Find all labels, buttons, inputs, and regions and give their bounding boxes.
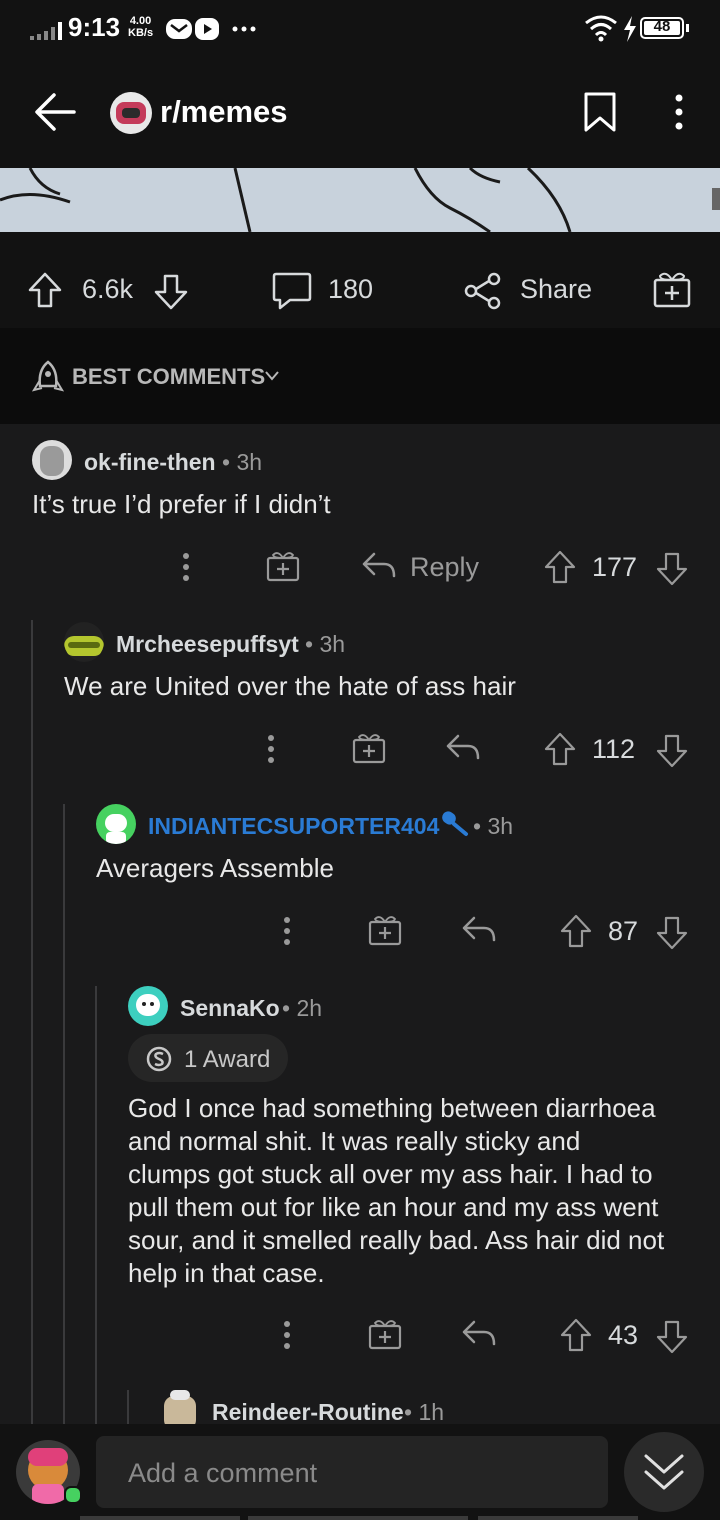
subreddit-avatar-icon[interactable] <box>110 92 152 134</box>
award-gift-icon[interactable] <box>368 914 402 946</box>
comment-score: 177 <box>592 552 638 582</box>
meme-image-fragment <box>0 168 720 232</box>
clock: 9:13 <box>68 12 121 42</box>
reply-icon[interactable] <box>462 916 496 944</box>
microphone-icon <box>442 811 468 836</box>
comment-score: 112 <box>592 734 636 764</box>
award-gift-icon[interactable] <box>368 1318 402 1350</box>
comment-age: • 3h <box>222 449 263 475</box>
award-gift-icon[interactable] <box>352 732 386 764</box>
charging-icon <box>624 16 636 42</box>
downvote-icon[interactable] <box>154 274 188 310</box>
comment-score: 87 <box>608 916 639 946</box>
comment-age: • 3h <box>305 631 346 657</box>
upvote-icon[interactable] <box>560 914 592 948</box>
next-comment-button[interactable] <box>624 1432 704 1512</box>
reply-icon[interactable] <box>462 1320 496 1348</box>
comment-username[interactable]: SennaKo <box>180 995 280 1022</box>
share-icon[interactable] <box>464 272 502 310</box>
thread-line[interactable] <box>31 620 33 1424</box>
downvote-icon[interactable] <box>656 916 688 950</box>
network-speed: 4.00 KB/s <box>128 15 154 39</box>
status-bar: 9:13 4.00 KB/s 48 <box>0 0 720 56</box>
reply-button[interactable]: Reply <box>410 552 479 583</box>
award-gift-icon[interactable] <box>652 270 692 308</box>
silver-award-icon <box>146 1046 172 1072</box>
award-gift-icon[interactable] <box>266 550 300 582</box>
online-status-dot <box>64 1486 82 1504</box>
subreddit-title[interactable]: r/memes <box>160 94 288 130</box>
comment-icon[interactable] <box>272 272 312 310</box>
downvote-icon[interactable] <box>656 552 688 586</box>
upvote-icon[interactable] <box>28 272 62 308</box>
comment-age: • 3h <box>473 813 514 839</box>
comment-body: Averagers Assemble <box>96 853 334 883</box>
comment-body: We are United over the hate of ass hair <box>64 671 516 701</box>
share-label[interactable]: Share <box>520 274 592 305</box>
sort-label[interactable]: BEST COMMENTS <box>72 364 265 390</box>
reply-icon[interactable] <box>362 552 396 580</box>
avatar[interactable] <box>64 622 104 662</box>
comment-username[interactable]: Reindeer-Routine <box>212 1399 404 1426</box>
wifi-icon <box>585 15 617 42</box>
mail-icon <box>166 19 192 39</box>
signal-icon <box>30 22 62 40</box>
upvote-icon[interactable] <box>560 1318 592 1352</box>
avatar[interactable] <box>96 804 136 844</box>
downvote-icon[interactable] <box>656 1320 688 1354</box>
kebab-menu-icon[interactable] <box>283 916 291 946</box>
bookmark-icon[interactable] <box>584 92 616 132</box>
comment-placeholder[interactable]: Add a comment <box>128 1458 317 1489</box>
avatar[interactable] <box>128 986 168 1026</box>
thread-line[interactable] <box>127 1390 129 1424</box>
chevron-down-icon <box>265 371 279 381</box>
kebab-menu-icon[interactable] <box>267 734 275 764</box>
gesture-bar <box>80 1516 638 1520</box>
play-icon <box>195 18 219 40</box>
upvote-icon[interactable] <box>544 550 576 584</box>
comment-body: It’s true I’d prefer if I didn’t <box>32 489 331 519</box>
comment-username[interactable]: ok-fine-then <box>84 449 216 476</box>
post-image[interactable] <box>0 168 720 232</box>
rocket-icon <box>32 360 64 392</box>
comment-count[interactable]: 180 <box>328 274 373 305</box>
battery-icon: 48 <box>640 17 684 39</box>
comment-username[interactable]: Mrcheesepuffsyt <box>116 631 299 658</box>
top-app-bar: r/memes <box>0 56 720 168</box>
downvote-icon[interactable] <box>656 734 688 768</box>
double-chevron-down-icon <box>644 1454 684 1490</box>
kebab-menu-icon[interactable] <box>674 94 684 130</box>
comment-age: • 2h <box>282 995 323 1021</box>
back-arrow-icon[interactable] <box>34 92 76 132</box>
comment-age: • 1h <box>404 1399 445 1425</box>
thread-line[interactable] <box>95 986 97 1424</box>
avatar[interactable] <box>160 1390 200 1424</box>
thread-line[interactable] <box>63 804 65 1424</box>
more-icon <box>232 26 256 32</box>
comment-username-mod[interactable]: INDIANTECSUPORTER404 <box>148 813 439 840</box>
avatar[interactable] <box>32 440 72 480</box>
kebab-menu-icon[interactable] <box>283 1320 291 1350</box>
post-score: 6.6k <box>82 274 134 304</box>
upvote-icon[interactable] <box>544 732 576 766</box>
post-action-bar: 6.6k 180 Share <box>0 232 720 328</box>
award-label: 1 Award <box>184 1046 271 1073</box>
comment-score: 43 <box>608 1320 639 1350</box>
reply-icon[interactable] <box>446 734 480 762</box>
comment-body: God I once had something between diarrho… <box>128 1093 665 1288</box>
kebab-menu-icon[interactable] <box>182 552 190 582</box>
